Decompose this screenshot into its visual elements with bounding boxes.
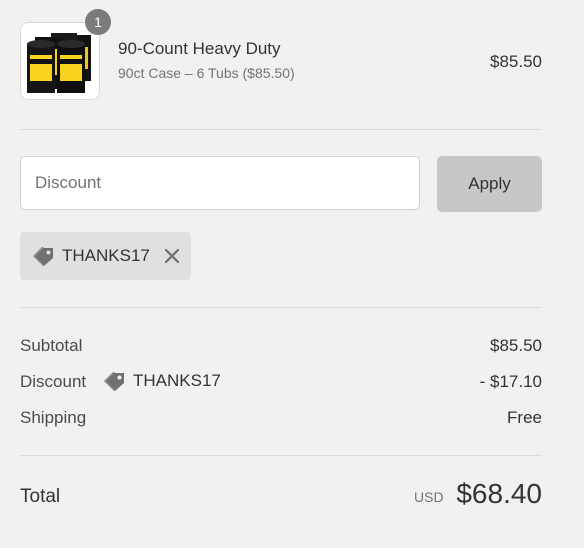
product-name: 90-Count Heavy Duty bbox=[118, 39, 281, 58]
subtotal-value: $85.50 bbox=[490, 336, 542, 355]
divider bbox=[20, 455, 542, 456]
shipping-value: Free bbox=[507, 408, 542, 427]
tag-icon bbox=[104, 372, 124, 391]
subtotal-label: Subtotal bbox=[20, 336, 83, 355]
divider bbox=[20, 307, 542, 308]
product-variant: 90ct Case – 6 Tubs ($85.50) bbox=[118, 65, 295, 81]
currency-code: USD bbox=[414, 489, 444, 505]
close-icon[interactable] bbox=[163, 247, 181, 265]
applied-discount-chip: THANKS17 bbox=[20, 232, 191, 280]
divider bbox=[20, 129, 542, 130]
total-value: $68.40 bbox=[456, 478, 542, 509]
discount-label: Discount bbox=[20, 372, 87, 391]
discount-code: THANKS17 bbox=[62, 246, 150, 265]
product-thumbnail bbox=[20, 22, 100, 100]
product-image bbox=[27, 33, 91, 93]
summary-discount-code: THANKS17 bbox=[133, 371, 221, 390]
discount-value: - $17.10 bbox=[479, 372, 542, 391]
quantity-badge: 1 bbox=[85, 9, 111, 35]
apply-button[interactable]: Apply bbox=[437, 156, 542, 212]
tag-icon bbox=[33, 247, 53, 266]
total-label: Total bbox=[20, 486, 61, 507]
product-price: $85.50 bbox=[490, 52, 542, 71]
discount-input[interactable] bbox=[20, 156, 420, 210]
order-line-item: 1 90-Count Heavy Duty 90ct Case – 6 Tubs… bbox=[20, 9, 542, 102]
shipping-label: Shipping bbox=[20, 408, 87, 427]
